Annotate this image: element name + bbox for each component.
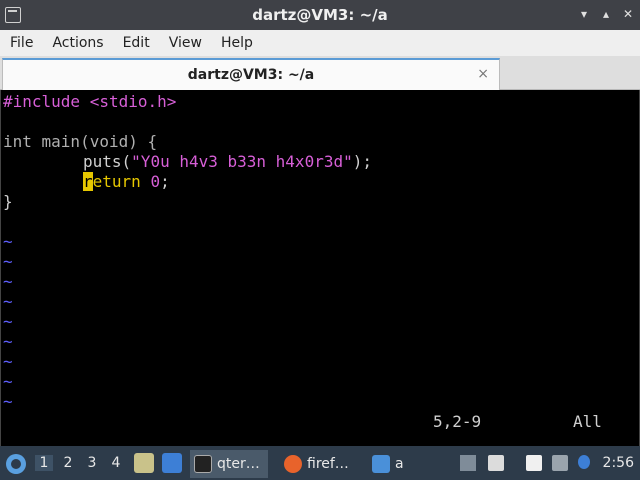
empty-line-marker: ~ bbox=[3, 352, 13, 371]
empty-line-marker: ~ bbox=[3, 392, 13, 411]
code-line-puts: puts("Y0u h4v3 b33n h4x0r3d"); bbox=[83, 152, 372, 172]
start-menu-icon[interactable] bbox=[6, 454, 26, 474]
title-bar: dartz@VM3: ~/a ▾ ▴ ✕ bbox=[0, 0, 640, 30]
text-cursor: r bbox=[83, 172, 93, 191]
upload-icon[interactable] bbox=[460, 455, 476, 471]
task-label: qter… bbox=[217, 456, 260, 472]
terminal-icon bbox=[194, 455, 212, 473]
empty-line-marker: ~ bbox=[3, 372, 13, 391]
window-title: dartz@VM3: ~/a bbox=[252, 6, 388, 24]
task-firefox[interactable]: firef… bbox=[280, 450, 360, 478]
file-manager-launcher-icon[interactable] bbox=[134, 453, 154, 473]
menu-help[interactable]: Help bbox=[221, 35, 253, 51]
empty-line-marker: ~ bbox=[3, 292, 13, 311]
volume-icon[interactable] bbox=[488, 455, 504, 471]
tab-label: dartz@VM3: ~/a bbox=[187, 67, 315, 83]
taskbar: 1 2 3 4 qter… firef… a 2:56 bbox=[0, 446, 640, 480]
task-label: a bbox=[395, 456, 404, 472]
menu-edit[interactable]: Edit bbox=[123, 35, 150, 51]
tab-terminal[interactable]: dartz@VM3: ~/a × bbox=[2, 58, 500, 90]
code-line-include: #include <stdio.h> bbox=[3, 92, 177, 111]
empty-line-marker: ~ bbox=[3, 272, 13, 291]
return-value: 0 bbox=[150, 172, 161, 191]
close-icon[interactable]: ✕ bbox=[622, 6, 634, 22]
task-qterminal[interactable]: qter… bbox=[190, 450, 268, 478]
minimize-icon[interactable]: ▾ bbox=[578, 6, 590, 22]
desktop-2[interactable]: 2 bbox=[59, 455, 77, 471]
empty-line-marker: ~ bbox=[3, 312, 13, 331]
firefox-icon bbox=[284, 455, 302, 473]
empty-line-marker: ~ bbox=[3, 252, 13, 271]
tab-bar: dartz@VM3: ~/a × bbox=[0, 56, 640, 90]
menu-actions[interactable]: Actions bbox=[52, 35, 103, 51]
empty-line-marker: ~ bbox=[3, 232, 13, 251]
clipboard-icon[interactable] bbox=[526, 455, 542, 471]
puts-function: puts( bbox=[83, 152, 132, 171]
maximize-icon[interactable]: ▴ bbox=[600, 6, 612, 22]
menu-view[interactable]: View bbox=[169, 35, 202, 51]
network-icon[interactable] bbox=[552, 455, 568, 471]
tab-close-icon[interactable]: × bbox=[477, 66, 489, 82]
window-menu-icon[interactable] bbox=[5, 7, 21, 23]
code-line-main: int main(void) { bbox=[3, 132, 158, 151]
return-keyword: eturn bbox=[92, 172, 141, 191]
menu-file[interactable]: File bbox=[10, 35, 33, 51]
notification-icon[interactable] bbox=[578, 455, 590, 469]
return-end: ; bbox=[160, 172, 170, 191]
scroll-position: All bbox=[573, 412, 602, 431]
code-line-return: return 0; bbox=[83, 172, 170, 192]
menu-bar: File Actions Edit View Help bbox=[0, 30, 640, 56]
desktop-3[interactable]: 3 bbox=[83, 455, 101, 471]
clock[interactable]: 2:56 bbox=[603, 455, 634, 471]
terminal-area[interactable]: #include <stdio.h> int main(void) { puts… bbox=[0, 90, 640, 446]
empty-line-marker: ~ bbox=[3, 332, 13, 351]
puts-end: ); bbox=[352, 152, 372, 171]
code-line-close-brace: } bbox=[3, 192, 13, 211]
show-desktop-icon[interactable] bbox=[162, 453, 182, 473]
desktop-1[interactable]: 1 bbox=[35, 455, 53, 471]
task-label: firef… bbox=[307, 456, 349, 472]
window-controls: ▾ ▴ ✕ bbox=[578, 6, 634, 22]
task-folder[interactable]: a bbox=[368, 450, 416, 478]
desktop-4[interactable]: 4 bbox=[107, 455, 125, 471]
puts-string: "Y0u h4v3 b33n h4x0r3d" bbox=[131, 152, 353, 171]
cursor-position: 5,2-9 bbox=[433, 412, 482, 431]
folder-icon bbox=[372, 455, 390, 473]
